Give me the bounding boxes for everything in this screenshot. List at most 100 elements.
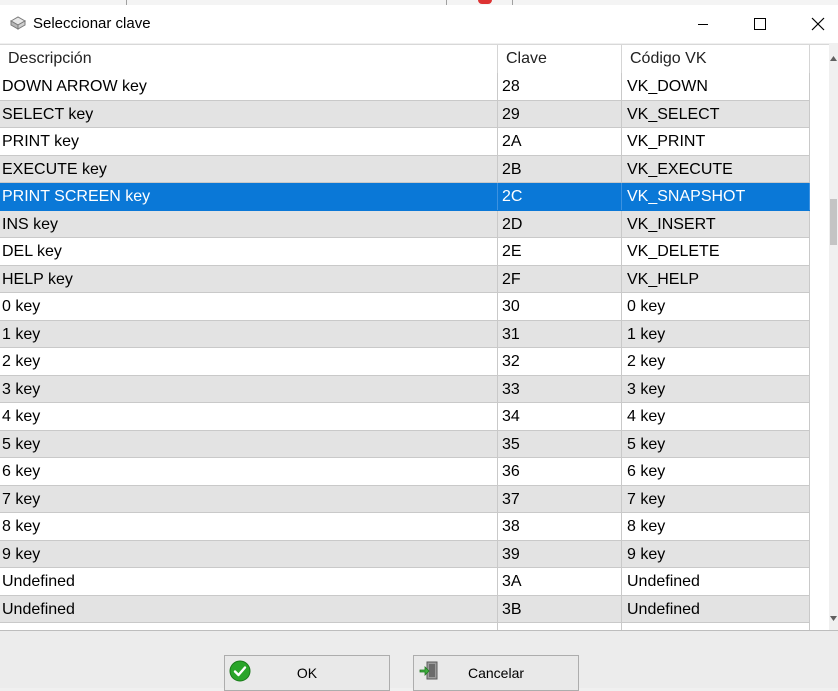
cell-key: 2F [498,265,622,292]
cell-vk-code: 7 key [622,485,810,512]
cell-vk-code: Undefined [622,595,810,622]
table-row[interactable]: PRINT key 2A VK_PRINT [0,128,810,156]
cell-vk-code: 5 key [622,430,810,457]
cell-description: 0 key [0,293,498,320]
cell-description: 7 key [0,485,498,512]
cell-key: 2D [498,210,622,237]
column-header-description[interactable]: Descripción [0,45,498,73]
scrollbar-thumb[interactable] [830,199,837,245]
cell-description: 1 key [0,320,498,347]
table-row[interactable]: EXECUTE key 2B VK_EXECUTE [0,155,810,183]
table-row[interactable]: 1 key 31 1 key [0,320,810,348]
table-row[interactable]: SELECT key 29 VK_SELECT [0,100,810,128]
cell-key: 39 [498,540,622,567]
window-title: Seleccionar clave [33,15,151,32]
cell-vk-code: 6 key [622,458,810,485]
cell-key: 2B [498,155,622,182]
background-indicator [478,0,492,4]
table-row[interactable]: HELP key 2F VK_HELP [0,265,810,293]
table-row-selected[interactable]: PRINT SCREEN key 2C VK_SNAPSHOT [0,183,810,211]
cell-key: 31 [498,320,622,347]
table-header: Descripción Clave Código VK [0,45,810,74]
cell-key: 35 [498,430,622,457]
cell-vk-code: VK_PRINT [622,128,810,155]
cell-vk-code: VK_EXECUTE [622,155,810,182]
table-row[interactable]: Undefined 3B Undefined [0,595,810,623]
table-row[interactable]: 6 key 36 6 key [0,458,810,486]
maximize-icon [754,18,766,30]
cancel-label: Cancelar [467,665,525,681]
cell-key: 34 [498,403,622,430]
table-row[interactable]: DOWN ARROW key 28 VK_DOWN [0,73,810,101]
table-row[interactable]: 7 key 37 7 key [0,485,810,513]
cell-vk-code: 8 key [622,513,810,540]
keyboard-key-icon [9,15,27,31]
cell-description: 8 key [0,513,498,540]
cell-key: 28 [498,73,622,100]
cell-description: DOWN ARROW key [0,73,498,100]
button-bar: OK Cancelar [0,630,838,691]
cell-description: INS key [0,210,498,237]
vertical-scrollbar[interactable] [829,44,838,630]
close-button[interactable] [789,5,838,43]
cell-vk-code: VK_DOWN [622,73,810,100]
keys-table[interactable]: Descripción Clave Código VK DOWN ARROW k… [0,44,829,631]
close-icon [811,17,825,31]
cell-key: 37 [498,485,622,512]
table-row[interactable]: 0 key 30 0 key [0,293,810,321]
cell-key: 2E [498,238,622,265]
cell-description: DEL key [0,238,498,265]
cell-vk-code: VK_DELETE [622,238,810,265]
cell-description: 3 key [0,375,498,402]
table-row[interactable]: 8 key 38 8 key [0,513,810,541]
cell-vk-code: 1 key [622,320,810,347]
ok-button[interactable]: OK [224,655,390,691]
cell-vk-code: 4 key [622,403,810,430]
cell-description: 4 key [0,403,498,430]
cell-key: 38 [498,513,622,540]
cell-description: EXECUTE key [0,155,498,182]
scroll-up-arrow-icon[interactable] [830,56,837,61]
cell-key: 2A [498,128,622,155]
cell-description: 2 key [0,348,498,375]
minimize-button[interactable] [674,5,732,43]
cell-description: Undefined [0,568,498,595]
scroll-down-arrow-icon[interactable] [830,616,837,621]
cell-key: 3A [498,568,622,595]
cell-vk-code: VK_SNAPSHOT [622,183,810,210]
table-body: DOWN ARROW key 28 VK_DOWN SELECT key 29 VK_SE… [0,73,810,631]
cell-description: 5 key [0,430,498,457]
table-row[interactable]: 4 key 34 4 key [0,403,810,431]
table-row[interactable]: 9 key 39 9 key [0,540,810,568]
title-bar[interactable]: Seleccionar clave [0,5,838,43]
cell-description: 9 key [0,540,498,567]
cell-vk-code: VK_HELP [622,265,810,292]
cell-description: PRINT key [0,128,498,155]
cell-key: 3B [498,595,622,622]
maximize-button[interactable] [731,5,789,43]
table-row[interactable]: 2 key 32 2 key [0,348,810,376]
cell-vk-code: 3 key [622,375,810,402]
cell-description: 6 key [0,458,498,485]
table-row[interactable]: 5 key 35 5 key [0,430,810,458]
table-row[interactable]: INS key 2D VK_INSERT [0,210,810,238]
cell-key: 33 [498,375,622,402]
cell-vk-code: VK_SELECT [622,100,810,127]
cell-vk-code: VK_INSERT [622,210,810,237]
table-row[interactable]: DEL key 2E VK_DELETE [0,238,810,266]
cell-key: 36 [498,458,622,485]
table-row[interactable]: Undefined 3A Undefined [0,568,810,596]
cell-key: 30 [498,293,622,320]
cell-description: PRINT SCREEN key [0,183,498,210]
cell-key: 2C [498,183,622,210]
cell-vk-code: 0 key [622,293,810,320]
column-header-key[interactable]: Clave [498,45,622,73]
column-header-vk-code[interactable]: Código VK [622,45,810,73]
cell-key: 32 [498,348,622,375]
minimize-icon [698,24,708,25]
cancel-button[interactable]: Cancelar [413,655,579,691]
table-row[interactable]: 3 key 33 3 key [0,375,810,403]
cell-key: 29 [498,100,622,127]
cell-vk-code: 2 key [622,348,810,375]
cell-description: Undefined [0,595,498,622]
